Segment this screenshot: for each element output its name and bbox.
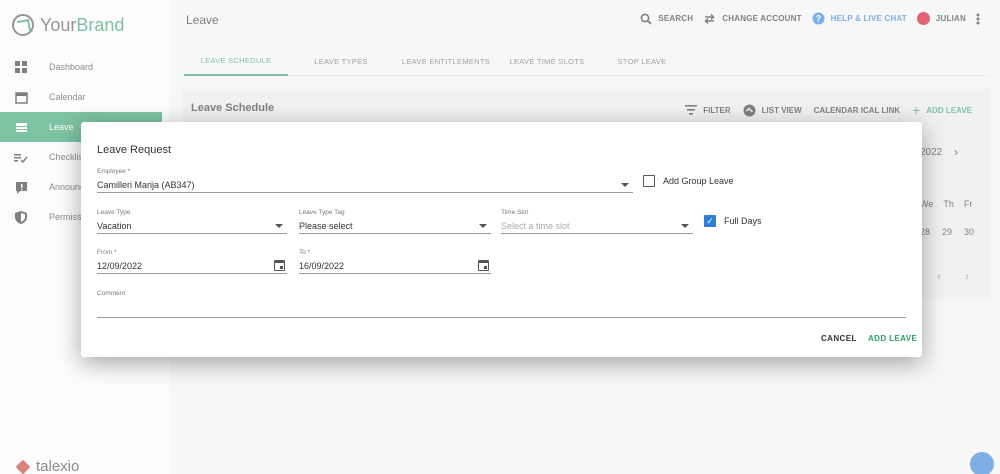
employee-field: Employee * Camilleri Marija (AB347) xyxy=(97,168,633,193)
add-group-leave-checkbox[interactable]: Add Group Leave xyxy=(643,175,734,187)
to-date-value: 16/09/2022 xyxy=(299,261,345,271)
cancel-button[interactable]: CANCEL xyxy=(821,334,857,343)
checkbox-checked-icon: ✓ xyxy=(704,215,716,227)
full-days-label: Full Days xyxy=(724,216,762,226)
leave-type-label: Leave Type xyxy=(97,209,131,216)
add-leave-button[interactable]: ADD LEAVE xyxy=(868,334,917,343)
leave-type-value: Vacation xyxy=(97,221,132,231)
to-date-label: To * xyxy=(299,249,311,256)
calendar-icon[interactable] xyxy=(274,260,285,271)
from-date-input[interactable]: 12/09/2022 xyxy=(97,258,287,274)
chevron-down-icon xyxy=(479,224,487,228)
employee-select[interactable]: Camilleri Marija (AB347) xyxy=(97,177,633,193)
leave-type-field: Leave Type Vacation xyxy=(97,209,287,234)
time-slot-label: Time Slot xyxy=(501,209,529,216)
full-days-checkbox[interactable]: ✓ Full Days xyxy=(704,215,762,227)
employee-value: Camilleri Marija (AB347) xyxy=(97,180,195,190)
leave-request-dialog: Leave Request Employee * Camilleri Marij… xyxy=(81,122,922,357)
chevron-down-icon xyxy=(681,224,689,228)
calendar-icon[interactable] xyxy=(478,260,489,271)
dialog-title: Leave Request xyxy=(97,144,171,156)
time-slot-placeholder: Select a time slot xyxy=(501,221,570,231)
comment-input[interactable] xyxy=(97,299,906,318)
from-date-value: 12/09/2022 xyxy=(97,261,143,271)
time-slot-select[interactable]: Select a time slot xyxy=(501,218,693,234)
checkbox-unchecked-icon xyxy=(643,175,655,187)
add-group-leave-label: Add Group Leave xyxy=(663,176,734,186)
to-date-field: To * 16/09/2022 xyxy=(299,249,491,274)
from-date-field: From * 12/09/2022 xyxy=(97,249,287,274)
leave-type-tag-label: Leave Type Tag xyxy=(299,209,345,216)
to-date-input[interactable]: 16/09/2022 xyxy=(299,258,491,274)
chevron-down-icon xyxy=(621,183,629,187)
leave-type-tag-value: Please select xyxy=(299,221,353,231)
comment-label: Comment xyxy=(97,290,126,297)
employee-label: Employee * xyxy=(97,168,131,175)
leave-type-select[interactable]: Vacation xyxy=(97,218,287,234)
from-date-label: From * xyxy=(97,249,117,256)
chevron-down-icon xyxy=(275,224,283,228)
comment-field: Comment xyxy=(97,290,906,318)
leave-type-tag-field: Leave Type Tag Please select xyxy=(299,209,491,234)
time-slot-field: Time Slot Select a time slot xyxy=(501,209,693,234)
leave-type-tag-select[interactable]: Please select xyxy=(299,218,491,234)
